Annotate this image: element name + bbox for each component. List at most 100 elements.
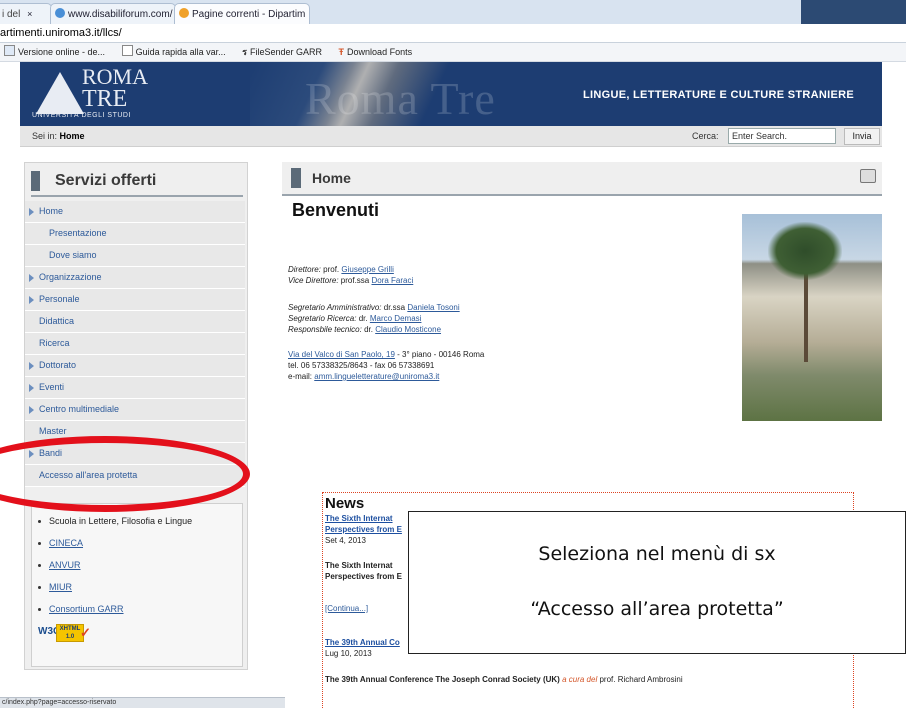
close-icon[interactable]: ×	[27, 9, 32, 19]
bookmark-item[interactable]: ร FileSender GARR	[242, 47, 322, 57]
news-2-body: The 39th Annual Conference The Joseph Co…	[325, 675, 683, 684]
phone-line: tel. 06 57338325/8643 - fax 06 57338691	[288, 361, 435, 370]
tab-label: Pagine correnti - Dipartim	[192, 9, 306, 20]
sidebar: Servizi offerti Home Presentazione Dove …	[24, 162, 248, 670]
news-2-date: Lug 10, 2013	[325, 649, 372, 658]
site-banner: Roma Tre ROMA TRE UNIVERSITÀ DEGLI STUDI…	[20, 62, 882, 126]
news-2-title[interactable]: The 39th Annual Co	[325, 638, 400, 647]
sidebar-item-label: Presentazione	[49, 228, 107, 238]
email-link[interactable]: amm.lingueletterature@uniroma3.it	[314, 372, 439, 381]
address-bar[interactable]: artimenti.uniroma3.it/llcs/	[0, 24, 906, 43]
link-label: CINECA	[49, 538, 84, 548]
browser-tab-active[interactable]: Pagine correnti - Dipartim ×	[174, 3, 310, 24]
segr-ric-title: dr.	[358, 314, 368, 323]
address-link[interactable]: Via del Valco di San Paolo, 19	[288, 350, 395, 359]
header-marker	[291, 168, 301, 188]
bullet-icon	[38, 586, 41, 590]
email-line: e-mail: amm.lingueletterature@uniroma3.i…	[288, 372, 439, 381]
link-miur[interactable]: MIUR	[38, 582, 72, 592]
sidebar-item-presentazione[interactable]: Presentazione	[25, 223, 245, 245]
callout-line-1: Seleziona nel menù di sx	[538, 543, 776, 565]
sidebar-item-label: Organizzazione	[39, 272, 102, 282]
resp-tecnico-label: Responsbile tecnico:	[288, 325, 362, 334]
sidebar-item-label: Home	[39, 206, 64, 216]
segr-amm-title: dr.ssa	[383, 303, 406, 312]
browser-tab[interactable]: i del ×	[0, 3, 52, 24]
director-line: Direttore: prof. Giuseppe Grilli	[288, 265, 394, 274]
url-text[interactable]: artimenti.uniroma3.it/llcs/	[0, 27, 122, 39]
sidebar-item-personale[interactable]: Personale	[25, 289, 245, 311]
bookmark-item[interactable]: Versione online - de...	[4, 45, 106, 57]
link-scuola[interactable]: Scuola in Lettere, Filosofia e Lingue	[38, 516, 192, 526]
font-icon: Ŧ	[338, 47, 345, 57]
link-label: MIUR	[49, 582, 72, 592]
link-anvur[interactable]: ANVUR	[38, 560, 81, 570]
address-line: Via del Valco di San Paolo, 19 - 3° pian…	[288, 350, 484, 359]
logo-roma[interactable]: ROMA	[82, 66, 148, 88]
search-label: Cerca:	[692, 131, 719, 141]
vice-director-title: prof.ssa	[340, 276, 370, 285]
browser-tab[interactable]: www.disabiliforum.com/ ×	[50, 3, 176, 24]
director-label: Direttore:	[288, 265, 321, 274]
news-1-continua-link[interactable]: [Continua...]	[325, 604, 368, 613]
news-1-body-b: Perspectives from E	[325, 572, 402, 581]
sidebar-item-dove-siamo[interactable]: Dove siamo	[25, 245, 245, 267]
news-2-body-bold: The 39th Annual Conference The Joseph Co…	[325, 675, 560, 684]
link-garr[interactable]: Consortium GARR	[38, 604, 124, 614]
sidebar-item-home[interactable]: Home	[25, 201, 245, 223]
segr-amm-label: Segretario Amministrativo:	[288, 303, 382, 312]
search-input[interactable]: Enter Search.	[728, 128, 836, 144]
resp-tecnico-link[interactable]: Claudio Mosticone	[375, 325, 441, 334]
sidebar-item-eventi[interactable]: Eventi	[25, 377, 245, 399]
sidebar-item-label: Eventi	[39, 382, 65, 392]
breadcrumb-bar: Sei in: Home Cerca: Enter Search. Invia	[20, 126, 882, 147]
vice-director-link[interactable]: Dora Faraci	[371, 276, 413, 285]
print-icon[interactable]	[860, 169, 876, 183]
w3c-xhtml-badge[interactable]: W3C XHTML 1.0 ✓	[38, 622, 92, 642]
bookmark-label: Versione online - de...	[18, 47, 106, 57]
bullet-icon	[38, 608, 41, 612]
badge-top-text: XHTML	[59, 626, 81, 632]
breadcrumb-prefix: Sei in:	[32, 131, 58, 141]
instruction-callout: Seleziona nel menù di sx “Accesso all’ar…	[408, 511, 906, 654]
news-1-title-b[interactable]: Perspectives from E	[325, 525, 402, 534]
w3c-logo: W3C	[38, 626, 61, 637]
tree-trunk	[804, 272, 808, 362]
sidebar-item-ricerca[interactable]: Ricerca	[25, 333, 245, 355]
news-1-title-a[interactable]: The Sixth Internat	[325, 514, 393, 523]
bookmark-item[interactable]: Ŧ Download Fonts	[339, 47, 413, 57]
news-1-body-a: The Sixth Internat	[325, 561, 393, 570]
sidebar-item-label: Personale	[39, 294, 80, 304]
search-button[interactable]: Invia	[844, 128, 880, 145]
vice-director-label: Vice Direttore:	[288, 276, 339, 285]
sidebar-item-organizzazione[interactable]: Organizzazione	[25, 267, 245, 289]
welcome-heading: Benvenuti	[292, 200, 380, 220]
arrow-right-icon	[29, 384, 34, 392]
badge-version-text: 1.0	[65, 634, 75, 640]
breadcrumb: Sei in: Home	[32, 126, 85, 146]
director-link[interactable]: Giuseppe Grilli	[341, 265, 393, 274]
address-rest: - 3° piano - 00146 Roma	[397, 350, 485, 359]
segr-amm-link[interactable]: Daniela Tosoni	[407, 303, 459, 312]
sidebar-item-label: Dottorato	[39, 360, 77, 370]
sidebar-item-dottorato[interactable]: Dottorato	[25, 355, 245, 377]
sidebar-title: Servizi offerti	[55, 172, 157, 189]
news-2-curadel: a cura del	[562, 675, 598, 684]
segr-ric-link[interactable]: Marco Demasi	[370, 314, 422, 323]
logo-tre[interactable]: TRE	[82, 87, 127, 111]
sidebar-item-centro-multimediale[interactable]: Centro multimediale	[25, 399, 245, 421]
sidebar-item-label: Ricerca	[39, 338, 70, 348]
bookmark-item[interactable]: Guida rapida alla var...	[121, 45, 226, 57]
breadcrumb-current: Home	[59, 131, 85, 141]
page-icon	[179, 8, 189, 18]
link-cineca[interactable]: CINECA	[38, 538, 83, 548]
news-1-date: Set 4, 2013	[325, 536, 366, 545]
bullet-icon	[38, 520, 41, 524]
header-marker	[31, 171, 40, 191]
sidebar-item-didattica[interactable]: Didattica	[25, 311, 245, 333]
filesender-icon: ร	[242, 47, 247, 57]
segr-amm-line: Segretario Amministrativo: dr.ssa Daniel…	[288, 303, 460, 312]
resp-tecnico-line: Responsbile tecnico: dr. Claudio Mostico…	[288, 325, 441, 334]
bookmark-label: Guida rapida alla var...	[135, 47, 226, 57]
logo-subtitle: UNIVERSITÀ DEGLI STUDI	[32, 112, 131, 119]
